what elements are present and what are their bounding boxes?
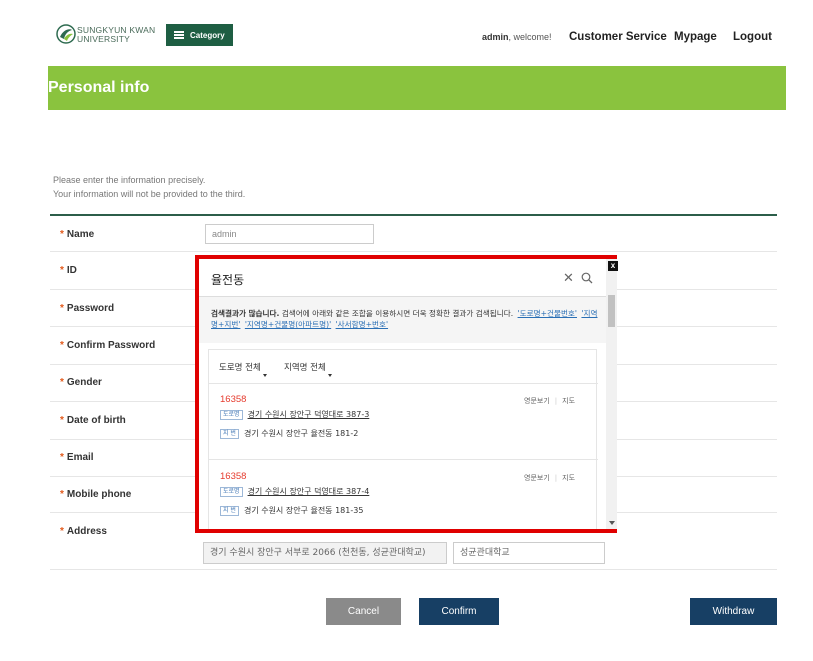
label-mobile: Mobile phone [66,489,132,500]
label-dob: Date of birth [66,415,126,426]
close-icon[interactable]: x [608,261,618,271]
label-id: ID [66,265,77,276]
label-gender: Gender [66,377,102,388]
chevron-down-icon [327,374,332,377]
address-search-input[interactable]: 율전동 [211,271,244,288]
popup-search-bar: 율전동 ✕ [199,259,606,297]
withdraw-button[interactable]: Withdraw [690,598,777,625]
page-banner: Personal info [48,66,786,110]
scroll-thumb[interactable] [608,295,615,327]
search-icon[interactable] [581,272,593,284]
chevron-down-icon [262,374,267,377]
clear-search-icon[interactable]: ✕ [563,270,574,286]
scroll-down-icon[interactable] [609,521,615,525]
label-name: Name [66,229,95,240]
intro-text: Please enter the information precisely. … [53,173,245,201]
welcome-user: admin [482,32,509,42]
logo-emblem-icon [56,24,76,44]
eng-view-link[interactable]: 영문보기 [524,474,550,482]
address-search-popup: 율전동 ✕ 검색결과가 많습니다. 검색어에 아래와 같은 조합을 이용하시면 … [195,255,618,533]
nav-customer-service[interactable]: Customer Service [569,31,667,43]
intro-line1: Please enter the information precisely. [53,175,206,185]
label-email: Email [66,452,94,463]
popup-scrollbar[interactable] [606,259,617,529]
label-password: Password [66,303,115,314]
category-button[interactable]: Category [166,24,233,46]
menu-icon [174,30,184,41]
tip-link-road-building[interactable]: '도로명+건물번호' [518,309,577,318]
road-tag: 도로명 [220,409,243,420]
map-link[interactable]: 지도 [562,397,575,405]
label-confirm-password: Confirm Password [66,340,156,351]
name-field[interactable] [205,224,374,244]
filter-road-all[interactable]: 도로명 전체 [219,361,267,377]
nav-mypage[interactable]: Mypage [674,31,717,43]
tip-link-pobox[interactable]: '사서함명+번호' [336,320,388,329]
nav-logout[interactable]: Logout [733,31,772,43]
tip-bold: 검색결과가 많습니다. [211,309,280,318]
popup-content: 율전동 ✕ 검색결과가 많습니다. 검색어에 아래와 같은 조합을 이용하시면 … [199,259,606,529]
search-tip: 검색결과가 많습니다. 검색어에 아래와 같은 조합을 이용하시면 더욱 정확한… [199,297,606,343]
jibun-address: 경기 수원시 장안구 율전동 181-35 [243,506,364,515]
road-address-link[interactable]: 경기 수원시 장안구 덕영대로 387-3 [248,410,370,419]
tip-link-region-apartment[interactable]: '지역명+건물명(아파트명)' [245,320,331,329]
welcome-suffix: , welcome! [508,32,552,42]
university-logo[interactable]: SUNGKYUN KWAN UNIVERSITY [56,24,156,48]
eng-view-link[interactable]: 영문보기 [524,397,550,405]
result-zip: 16358 [220,394,247,405]
site-header: SUNGKYUN KWAN UNIVERSITY Category admin,… [0,0,813,70]
welcome-text: admin, welcome! [482,32,552,42]
result-item[interactable]: 16358 영문보기 | 지도 도로명 경기 수원시 장안구 덕영대로 387-3 지… [209,384,598,460]
road-address-link[interactable]: 경기 수원시 장안구 덕영대로 387-4 [248,487,370,496]
address-main-field[interactable]: 경기 수원시 장안구 서부로 2066 (천천동, 성균관대학교) [203,542,447,564]
map-link[interactable]: 지도 [562,474,575,482]
result-item[interactable]: 16358 영문보기 | 지도 도로명 경기 수원시 장안구 덕영대로 387-4 지… [209,460,598,529]
filter-region-all[interactable]: 지역명 전체 [284,361,332,377]
cancel-button[interactable]: Cancel [326,598,401,625]
label-address: Address [66,526,107,537]
address-detail-field[interactable]: 성균관대학교 [453,542,605,564]
form-row-name: * Name [50,215,777,252]
jibun-tag: 지 번 [220,505,239,516]
logo-line2: UNIVERSITY [77,34,131,44]
page-title: Personal info [48,79,150,96]
tip-body: 검색어에 아래와 같은 조합을 이용하시면 더욱 정확한 결과가 검색됩니다. [279,309,514,318]
intro-line2: Your information will not be provided to… [53,189,246,199]
jibun-tag: 지 번 [220,428,239,439]
result-filters: 도로명 전체 지역명 전체 [209,350,598,384]
category-label: Category [190,30,225,40]
result-zip: 16358 [220,471,247,482]
road-tag: 도로명 [220,486,243,497]
jibun-address: 경기 수원시 장안구 율전동 181-2 [243,429,359,438]
search-results: 도로명 전체 지역명 전체 16358 영문보기 | 지도 도로명 경기 수원시 장안… [208,349,598,529]
confirm-button[interactable]: Confirm [419,598,499,625]
